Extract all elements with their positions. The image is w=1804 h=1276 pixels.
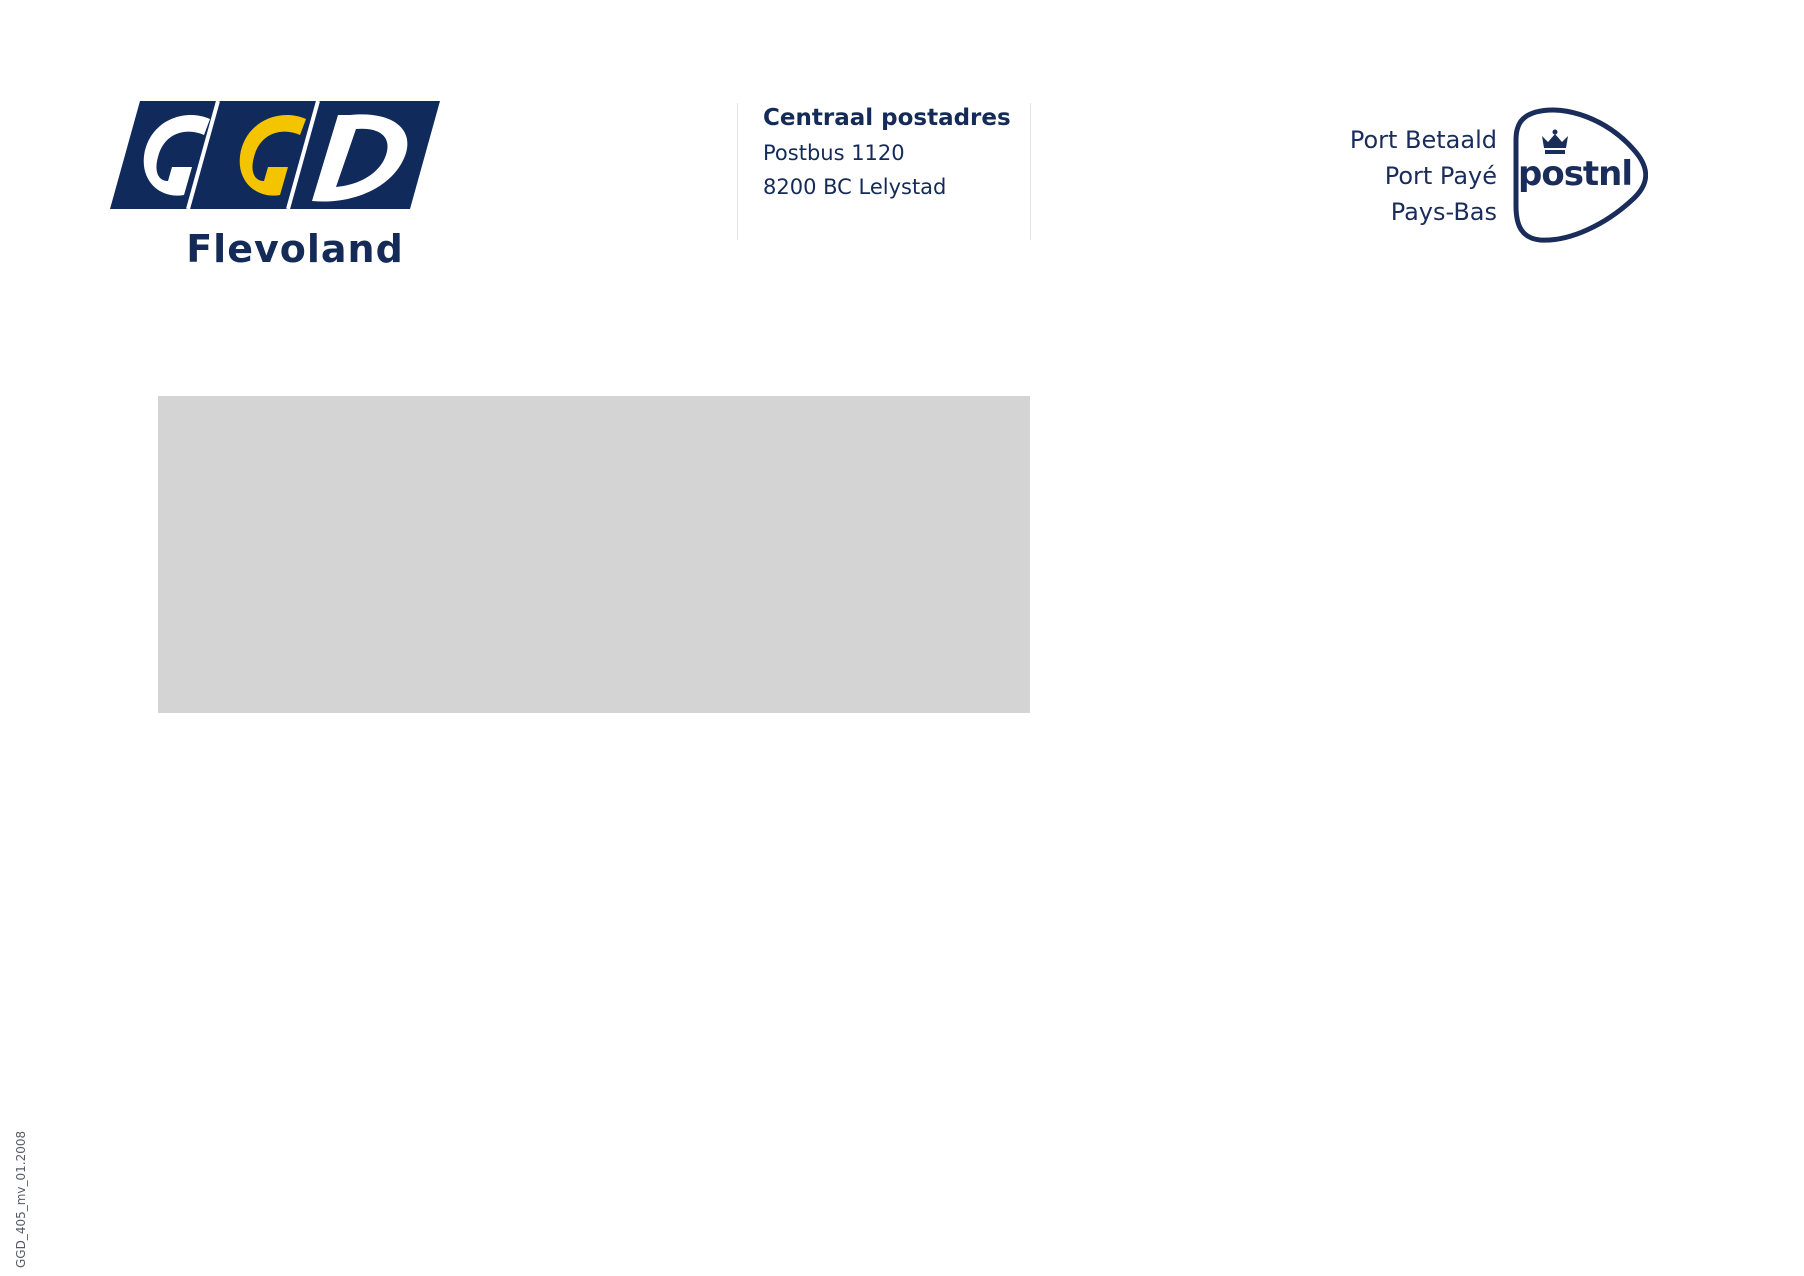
postnl-wordmark: postnl bbox=[1518, 154, 1633, 194]
central-address-line-2: 8200 BC Lelystad bbox=[763, 175, 947, 199]
central-address-line-1: Postbus 1120 bbox=[763, 141, 905, 165]
address-window bbox=[158, 396, 1030, 713]
postage-line-1: Port Betaald bbox=[1349, 126, 1497, 154]
postage-line-2: Port Payé bbox=[1384, 162, 1497, 190]
postage-text: Port Betaald Port Payé Pays-Bas bbox=[1350, 122, 1497, 230]
envelope: Flevoland Centraal postadres Postbus 112… bbox=[0, 0, 1804, 1276]
document-code: GGD_405_mv_01.2008 bbox=[14, 1130, 28, 1268]
central-address-title: Centraal postadres bbox=[763, 105, 1011, 131]
ggd-logo-mark bbox=[110, 101, 440, 210]
postage-paid-indicium: Port Betaald Port Payé Pays-Bas postnl bbox=[1300, 106, 1660, 246]
postage-line-3: Pays-Bas bbox=[1390, 198, 1497, 226]
ggd-flevoland-logo: Flevoland bbox=[110, 101, 440, 271]
logo-region-label: Flevoland bbox=[186, 227, 404, 271]
central-address-block: Centraal postadres Postbus 1120 8200 BC … bbox=[737, 103, 1031, 240]
